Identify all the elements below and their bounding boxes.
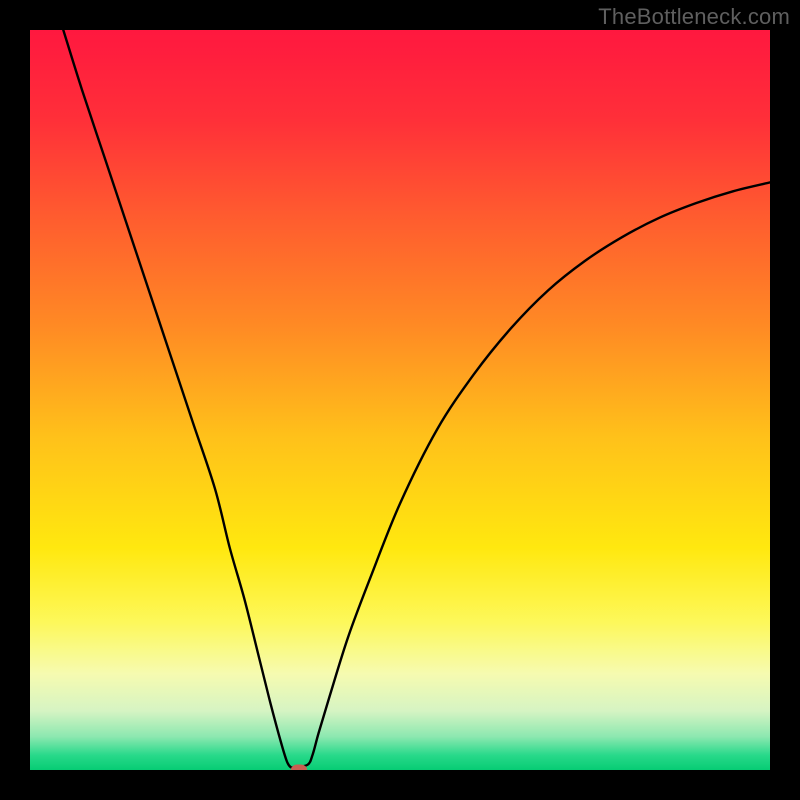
- optimal-marker: [291, 765, 307, 771]
- plot-area: [30, 30, 770, 770]
- curve-layer: [30, 30, 770, 770]
- watermark-text: TheBottleneck.com: [598, 4, 790, 30]
- bottleneck-curve: [63, 30, 770, 768]
- chart-frame: TheBottleneck.com: [0, 0, 800, 800]
